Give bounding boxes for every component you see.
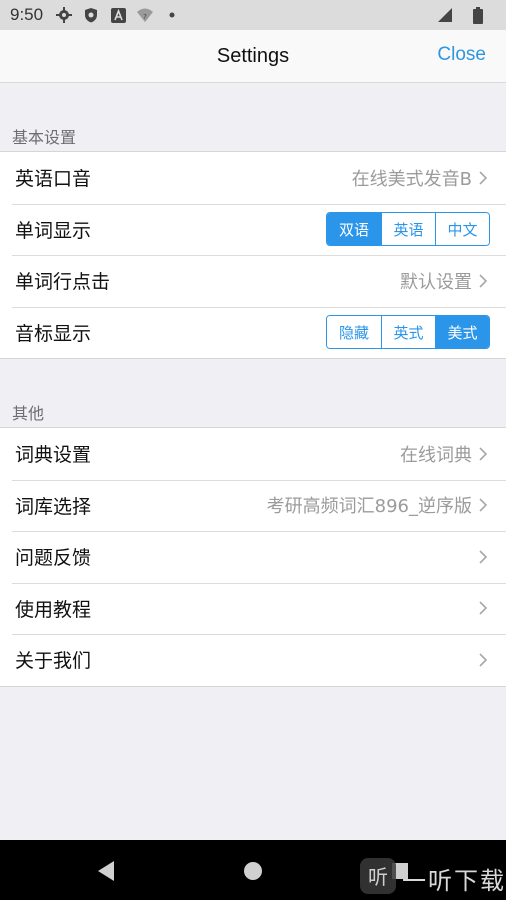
phonetic-segmented-control: 隐藏 英式 美式 <box>326 315 490 350</box>
row-about[interactable]: 关于我们 <box>0 634 506 686</box>
row-dictionary[interactable]: 词典设置 在线词典 <box>0 428 506 480</box>
row-phonetic-display: 音标显示 隐藏 英式 美式 <box>0 306 506 359</box>
segment-option-american[interactable]: 美式 <box>435 316 489 349</box>
page-title: Settings <box>216 44 290 67</box>
row-value: 在线美式发音B <box>351 168 472 190</box>
row-wordbank[interactable]: 词库选择 考研高频词汇896_逆序版 <box>0 479 506 532</box>
settings-group-basic: 英语口音 在线美式发音B 单词显示 双语 英语 中文 单词行点击 默认设置 音标… <box>0 151 506 359</box>
segment-option-british[interactable]: 英式 <box>381 316 435 349</box>
watermark: 听 一听下载 <box>358 856 506 900</box>
signal-icon <box>436 6 454 24</box>
chevron-right-icon <box>478 651 490 669</box>
segment-option-english[interactable]: 英语 <box>381 213 435 246</box>
chevron-right-icon <box>478 445 490 463</box>
wifi-question-icon: ? <box>136 6 154 24</box>
chevron-right-icon <box>478 548 490 566</box>
header-bar: Settings Close <box>0 30 506 83</box>
battery-icon <box>469 6 487 24</box>
row-feedback[interactable]: 问题反馈 <box>0 531 506 583</box>
row-value: 在线词典 <box>400 444 472 466</box>
row-label: 关于我们 <box>15 650 92 673</box>
row-label: 词库选择 <box>15 495 92 518</box>
gear-icon <box>55 6 73 24</box>
back-icon[interactable] <box>95 860 117 882</box>
row-tutorial[interactable]: 使用教程 <box>0 582 506 635</box>
row-pronunciation[interactable]: 英语口音 在线美式发音B <box>0 152 506 204</box>
chevron-right-icon <box>478 169 490 187</box>
a-icon <box>109 6 127 24</box>
row-label: 使用教程 <box>15 598 92 621</box>
shield-icon <box>82 6 100 24</box>
close-button[interactable]: Close <box>437 44 486 66</box>
row-word-display: 单词显示 双语 英语 中文 <box>0 203 506 256</box>
svg-text:听: 听 <box>368 865 388 889</box>
watermark-text: 一听下载 <box>402 866 506 895</box>
row-label: 单词行点击 <box>15 271 111 294</box>
watermark-logo-icon: 听 <box>358 856 398 900</box>
dot-icon <box>163 6 181 24</box>
row-value: 考研高频词汇896_逆序版 <box>266 496 472 518</box>
chevron-right-icon <box>478 599 490 617</box>
row-word-click[interactable]: 单词行点击 默认设置 <box>0 255 506 307</box>
row-label: 单词显示 <box>15 219 92 242</box>
row-label: 词典设置 <box>15 444 92 467</box>
svg-text:?: ? <box>143 13 147 21</box>
section-header-other: 其他 <box>12 404 45 423</box>
word-display-segmented-control: 双语 英语 中文 <box>326 212 490 247</box>
row-label: 问题反馈 <box>15 547 92 570</box>
segment-option-hide[interactable]: 隐藏 <box>327 316 381 349</box>
segment-option-bilingual[interactable]: 双语 <box>327 213 381 246</box>
settings-group-other: 词典设置 在线词典 词库选择 考研高频词汇896_逆序版 问题反馈 使用教程 关… <box>0 427 506 687</box>
chevron-right-icon <box>478 496 490 514</box>
section-header-basic: 基本设置 <box>12 128 77 147</box>
status-time: 9:50 <box>10 5 44 24</box>
home-icon[interactable] <box>242 860 264 882</box>
row-value: 默认设置 <box>400 271 472 293</box>
status-bar: 9:50 ? <box>0 0 506 30</box>
row-label: 音标显示 <box>15 322 92 345</box>
chevron-right-icon <box>478 272 490 290</box>
segment-option-chinese[interactable]: 中文 <box>435 213 489 246</box>
row-label: 英语口音 <box>15 168 92 191</box>
